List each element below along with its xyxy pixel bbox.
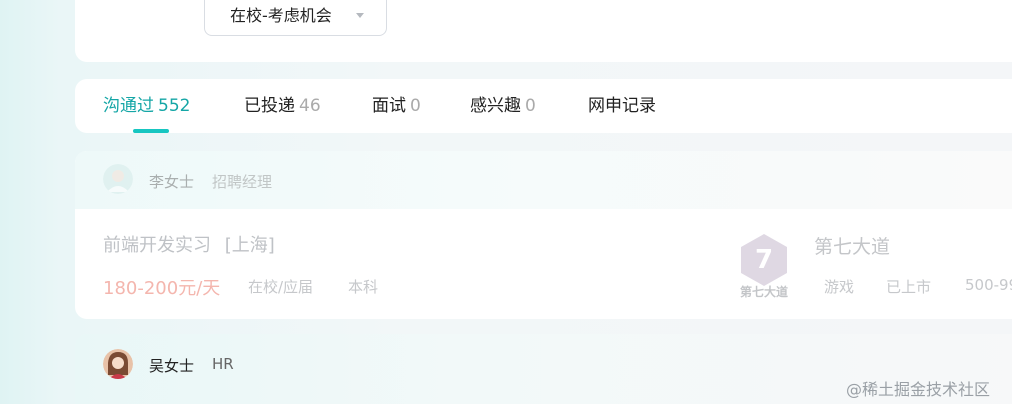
tab-interview[interactable]: 面试 0 (372, 93, 421, 119)
tab-label: 已投递 (244, 96, 295, 116)
tab-online-applications[interactable]: 网申记录 (588, 93, 656, 119)
watermark: @稀土掘金技术社区 (846, 380, 991, 399)
company-logo[interactable]: 7 第七大道 (733, 230, 795, 300)
recruiter-title: HR (212, 355, 234, 373)
company-tag: 500-99 (965, 276, 1012, 294)
tab-communicated[interactable]: 沟通过 552 (103, 93, 190, 119)
company-name[interactable]: 第七大道 (814, 232, 890, 259)
recruiter-title: 招聘经理 (212, 173, 273, 191)
tabs-bar (75, 79, 1012, 133)
salary: 180-200元/天 (103, 278, 221, 299)
tab-label: 网申记录 (588, 96, 656, 116)
recruiter-name: 吴女士 (149, 357, 195, 375)
job-status-dropdown[interactable]: 在校-考虑机会 (204, 0, 387, 36)
recruiter-avatar (103, 164, 133, 194)
tab-count: 0 (525, 96, 536, 116)
recruiter-avatar (103, 349, 133, 379)
company-logo-mark: 7 (755, 245, 773, 275)
active-tab-indicator (133, 129, 169, 133)
tab-count: 46 (299, 96, 321, 116)
company-logo-text: 第七大道 (740, 284, 788, 299)
company-tag: 游戏 (824, 278, 855, 296)
tab-label: 沟通过 (103, 96, 154, 116)
job-tag: 在校/应届 (248, 278, 314, 296)
tab-count: 552 (158, 96, 191, 116)
tab-applied[interactable]: 已投递 46 (244, 93, 321, 119)
tab-label: 面试 (372, 96, 406, 116)
tab-count: 0 (410, 96, 421, 116)
recruiter-name: 李女士 (149, 173, 195, 191)
tab-label: 感兴趣 (470, 96, 521, 116)
job-title[interactable]: 前端开发实习 [上海] (103, 231, 275, 257)
job-tag: 本科 (348, 278, 379, 296)
company-tag: 已上市 (886, 278, 932, 296)
job-status-dropdown-label: 在校-考虑机会 (230, 6, 332, 25)
tab-interested[interactable]: 感兴趣 0 (470, 93, 536, 119)
chevron-down-icon (356, 13, 364, 18)
job-location: [上海] (224, 235, 275, 256)
job-title-text: 前端开发实习 (103, 235, 211, 256)
